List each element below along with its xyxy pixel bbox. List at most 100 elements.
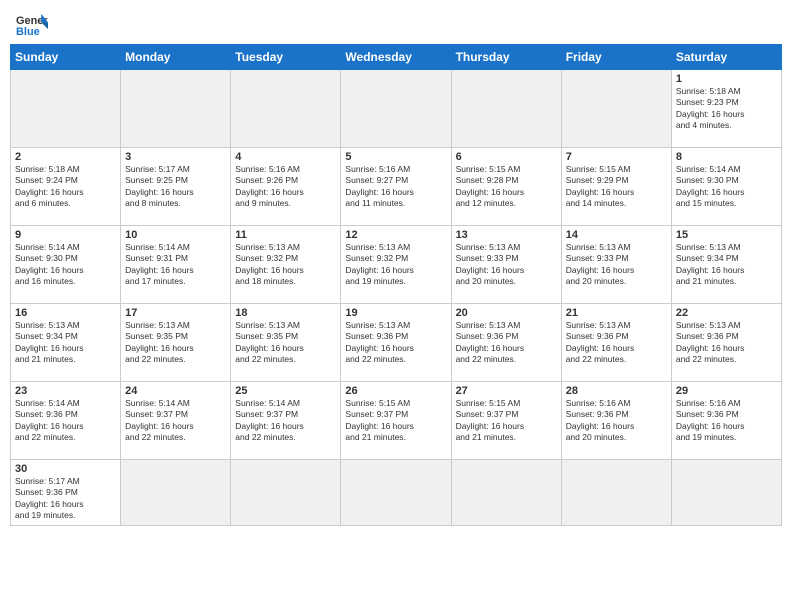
- day-cell-empty: [451, 460, 561, 526]
- day-info: Sunrise: 5:13 AM Sunset: 9:33 PM Dayligh…: [566, 242, 667, 288]
- day-info: Sunrise: 5:17 AM Sunset: 9:36 PM Dayligh…: [15, 476, 116, 522]
- weekday-header-row: SundayMondayTuesdayWednesdayThursdayFrid…: [11, 45, 782, 70]
- day-info: Sunrise: 5:13 AM Sunset: 9:36 PM Dayligh…: [345, 320, 446, 366]
- day-info: Sunrise: 5:13 AM Sunset: 9:35 PM Dayligh…: [235, 320, 336, 366]
- day-info: Sunrise: 5:15 AM Sunset: 9:29 PM Dayligh…: [566, 164, 667, 210]
- week-row-1: 2Sunrise: 5:18 AM Sunset: 9:24 PM Daylig…: [11, 148, 782, 226]
- day-cell-3: 3Sunrise: 5:17 AM Sunset: 9:25 PM Daylig…: [121, 148, 231, 226]
- week-row-5: 30Sunrise: 5:17 AM Sunset: 9:36 PM Dayli…: [11, 460, 782, 526]
- day-cell-29: 29Sunrise: 5:16 AM Sunset: 9:36 PM Dayli…: [671, 382, 781, 460]
- day-cell-empty: [231, 460, 341, 526]
- day-number: 12: [345, 229, 446, 241]
- day-cell-empty: [121, 70, 231, 148]
- day-cell-7: 7Sunrise: 5:15 AM Sunset: 9:29 PM Daylig…: [561, 148, 671, 226]
- day-info: Sunrise: 5:13 AM Sunset: 9:36 PM Dayligh…: [676, 320, 777, 366]
- day-info: Sunrise: 5:13 AM Sunset: 9:36 PM Dayligh…: [566, 320, 667, 366]
- day-cell-5: 5Sunrise: 5:16 AM Sunset: 9:27 PM Daylig…: [341, 148, 451, 226]
- day-info: Sunrise: 5:16 AM Sunset: 9:36 PM Dayligh…: [676, 398, 777, 444]
- day-number: 17: [125, 307, 226, 319]
- day-cell-28: 28Sunrise: 5:16 AM Sunset: 9:36 PM Dayli…: [561, 382, 671, 460]
- day-cell-6: 6Sunrise: 5:15 AM Sunset: 9:28 PM Daylig…: [451, 148, 561, 226]
- day-cell-10: 10Sunrise: 5:14 AM Sunset: 9:31 PM Dayli…: [121, 226, 231, 304]
- day-number: 21: [566, 307, 667, 319]
- day-info: Sunrise: 5:18 AM Sunset: 9:24 PM Dayligh…: [15, 164, 116, 210]
- day-number: 3: [125, 151, 226, 163]
- day-cell-22: 22Sunrise: 5:13 AM Sunset: 9:36 PM Dayli…: [671, 304, 781, 382]
- day-cell-18: 18Sunrise: 5:13 AM Sunset: 9:35 PM Dayli…: [231, 304, 341, 382]
- week-row-3: 16Sunrise: 5:13 AM Sunset: 9:34 PM Dayli…: [11, 304, 782, 382]
- day-cell-21: 21Sunrise: 5:13 AM Sunset: 9:36 PM Dayli…: [561, 304, 671, 382]
- day-number: 28: [566, 385, 667, 397]
- day-info: Sunrise: 5:13 AM Sunset: 9:32 PM Dayligh…: [235, 242, 336, 288]
- day-number: 1: [676, 73, 777, 85]
- day-number: 23: [15, 385, 116, 397]
- day-number: 18: [235, 307, 336, 319]
- day-cell-20: 20Sunrise: 5:13 AM Sunset: 9:36 PM Dayli…: [451, 304, 561, 382]
- day-cell-empty: [671, 460, 781, 526]
- day-cell-1: 1Sunrise: 5:18 AM Sunset: 9:23 PM Daylig…: [671, 70, 781, 148]
- weekday-saturday: Saturday: [671, 45, 781, 70]
- day-cell-12: 12Sunrise: 5:13 AM Sunset: 9:32 PM Dayli…: [341, 226, 451, 304]
- day-number: 19: [345, 307, 446, 319]
- day-info: Sunrise: 5:16 AM Sunset: 9:36 PM Dayligh…: [566, 398, 667, 444]
- day-cell-27: 27Sunrise: 5:15 AM Sunset: 9:37 PM Dayli…: [451, 382, 561, 460]
- day-number: 11: [235, 229, 336, 241]
- day-cell-14: 14Sunrise: 5:13 AM Sunset: 9:33 PM Dayli…: [561, 226, 671, 304]
- day-info: Sunrise: 5:15 AM Sunset: 9:37 PM Dayligh…: [456, 398, 557, 444]
- calendar-table: SundayMondayTuesdayWednesdayThursdayFrid…: [10, 44, 782, 526]
- day-number: 22: [676, 307, 777, 319]
- day-number: 8: [676, 151, 777, 163]
- day-number: 25: [235, 385, 336, 397]
- day-cell-empty: [561, 460, 671, 526]
- day-number: 27: [456, 385, 557, 397]
- day-number: 6: [456, 151, 557, 163]
- day-number: 9: [15, 229, 116, 241]
- day-number: 26: [345, 385, 446, 397]
- day-cell-30: 30Sunrise: 5:17 AM Sunset: 9:36 PM Dayli…: [11, 460, 121, 526]
- day-info: Sunrise: 5:13 AM Sunset: 9:34 PM Dayligh…: [15, 320, 116, 366]
- day-info: Sunrise: 5:13 AM Sunset: 9:36 PM Dayligh…: [456, 320, 557, 366]
- day-info: Sunrise: 5:15 AM Sunset: 9:37 PM Dayligh…: [345, 398, 446, 444]
- day-cell-empty: [121, 460, 231, 526]
- day-number: 29: [676, 385, 777, 397]
- day-info: Sunrise: 5:16 AM Sunset: 9:27 PM Dayligh…: [345, 164, 446, 210]
- day-cell-11: 11Sunrise: 5:13 AM Sunset: 9:32 PM Dayli…: [231, 226, 341, 304]
- day-cell-empty: [231, 70, 341, 148]
- day-info: Sunrise: 5:15 AM Sunset: 9:28 PM Dayligh…: [456, 164, 557, 210]
- day-number: 10: [125, 229, 226, 241]
- day-cell-24: 24Sunrise: 5:14 AM Sunset: 9:37 PM Dayli…: [121, 382, 231, 460]
- week-row-0: 1Sunrise: 5:18 AM Sunset: 9:23 PM Daylig…: [11, 70, 782, 148]
- day-info: Sunrise: 5:14 AM Sunset: 9:36 PM Dayligh…: [15, 398, 116, 444]
- day-info: Sunrise: 5:13 AM Sunset: 9:35 PM Dayligh…: [125, 320, 226, 366]
- weekday-wednesday: Wednesday: [341, 45, 451, 70]
- day-cell-16: 16Sunrise: 5:13 AM Sunset: 9:34 PM Dayli…: [11, 304, 121, 382]
- day-cell-4: 4Sunrise: 5:16 AM Sunset: 9:26 PM Daylig…: [231, 148, 341, 226]
- day-info: Sunrise: 5:14 AM Sunset: 9:31 PM Dayligh…: [125, 242, 226, 288]
- day-number: 7: [566, 151, 667, 163]
- day-number: 2: [15, 151, 116, 163]
- week-row-4: 23Sunrise: 5:14 AM Sunset: 9:36 PM Dayli…: [11, 382, 782, 460]
- day-cell-9: 9Sunrise: 5:14 AM Sunset: 9:30 PM Daylig…: [11, 226, 121, 304]
- day-number: 4: [235, 151, 336, 163]
- day-cell-19: 19Sunrise: 5:13 AM Sunset: 9:36 PM Dayli…: [341, 304, 451, 382]
- day-cell-empty: [341, 460, 451, 526]
- day-info: Sunrise: 5:18 AM Sunset: 9:23 PM Dayligh…: [676, 86, 777, 132]
- day-number: 20: [456, 307, 557, 319]
- weekday-friday: Friday: [561, 45, 671, 70]
- day-cell-2: 2Sunrise: 5:18 AM Sunset: 9:24 PM Daylig…: [11, 148, 121, 226]
- day-info: Sunrise: 5:13 AM Sunset: 9:33 PM Dayligh…: [456, 242, 557, 288]
- day-number: 5: [345, 151, 446, 163]
- day-number: 14: [566, 229, 667, 241]
- day-cell-25: 25Sunrise: 5:14 AM Sunset: 9:37 PM Dayli…: [231, 382, 341, 460]
- svg-text:Blue: Blue: [16, 26, 40, 38]
- day-number: 15: [676, 229, 777, 241]
- day-cell-empty: [561, 70, 671, 148]
- day-number: 30: [15, 463, 116, 475]
- day-info: Sunrise: 5:14 AM Sunset: 9:37 PM Dayligh…: [235, 398, 336, 444]
- day-info: Sunrise: 5:14 AM Sunset: 9:37 PM Dayligh…: [125, 398, 226, 444]
- day-info: Sunrise: 5:13 AM Sunset: 9:34 PM Dayligh…: [676, 242, 777, 288]
- weekday-thursday: Thursday: [451, 45, 561, 70]
- weekday-sunday: Sunday: [11, 45, 121, 70]
- day-number: 16: [15, 307, 116, 319]
- day-cell-8: 8Sunrise: 5:14 AM Sunset: 9:30 PM Daylig…: [671, 148, 781, 226]
